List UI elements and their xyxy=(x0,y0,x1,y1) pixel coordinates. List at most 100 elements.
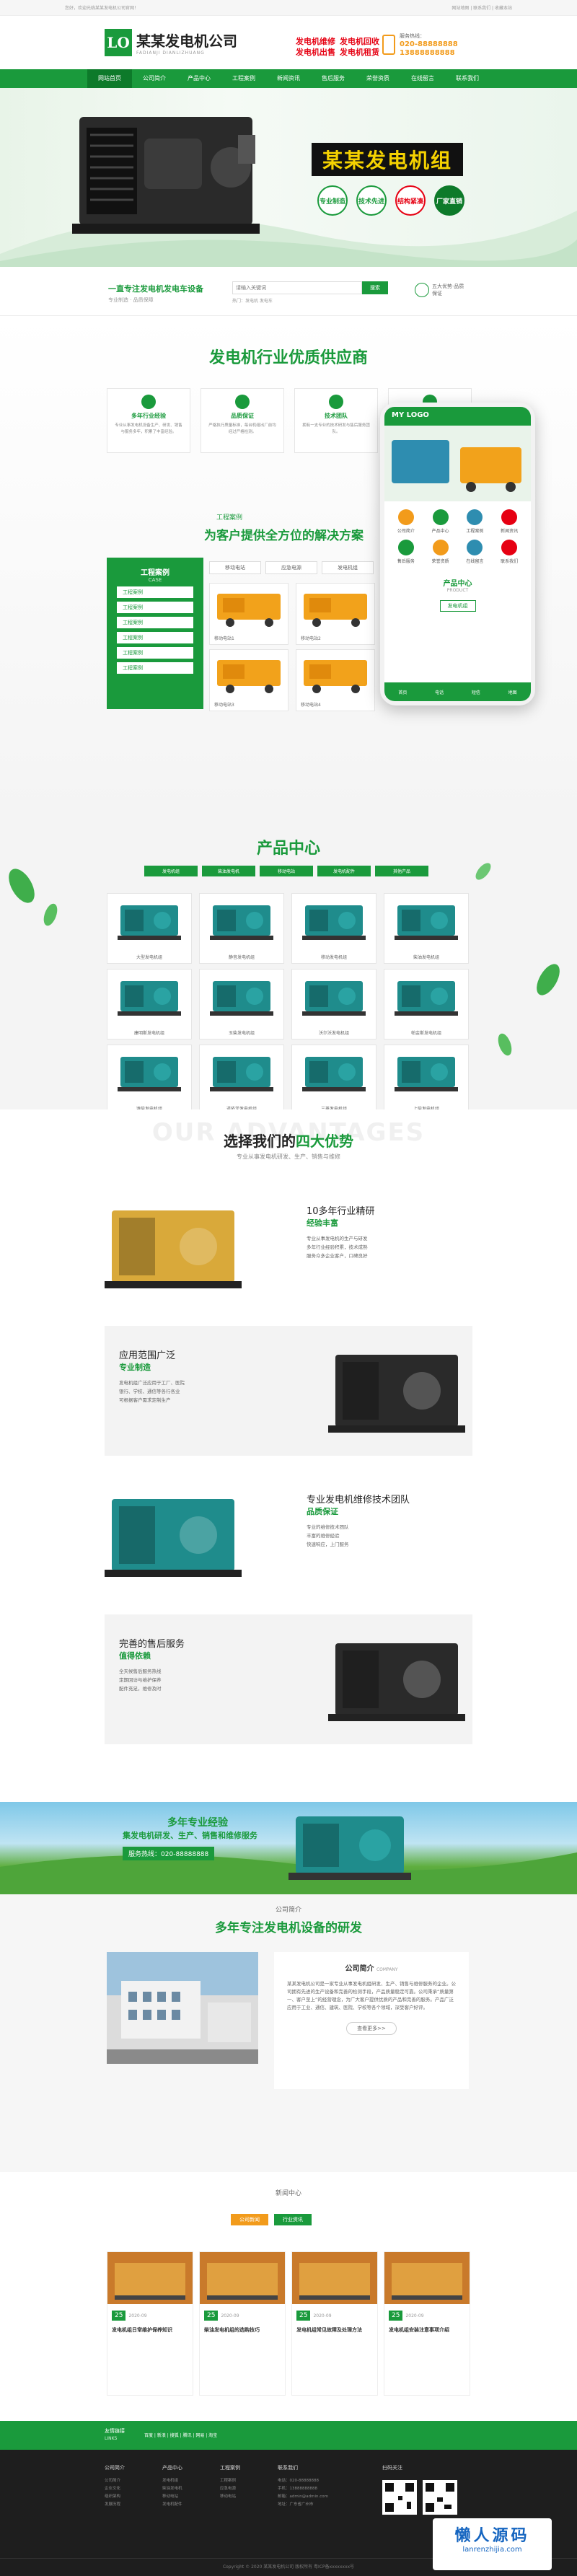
footer-link[interactable]: 企业文化 xyxy=(105,2485,161,2493)
case-item[interactable]: 移动电站1 xyxy=(209,583,288,645)
case-sidebar-item[interactable]: 工程案例 xyxy=(117,632,193,643)
nav-products[interactable]: 产品中心 xyxy=(177,69,221,88)
phone-menu-item[interactable]: 产品中心 xyxy=(423,509,458,534)
footer-link[interactable]: 发电机组 xyxy=(162,2477,219,2485)
product-item[interactable]: 玉柴发电机组 xyxy=(199,969,284,1039)
phone-menu-item[interactable]: 工程案例 xyxy=(458,509,493,534)
advantage-title: 10多年行业精研 xyxy=(307,1206,375,1217)
nav-honor[interactable]: 荣誉资质 xyxy=(356,69,400,88)
footer-link[interactable]: 发电机配件 xyxy=(162,2501,219,2509)
phone-menu-item[interactable]: 售后服务 xyxy=(389,540,423,564)
phone-menu-item[interactable]: 公司简介 xyxy=(389,509,423,534)
footer-link[interactable]: 柴油发电机 xyxy=(162,2485,219,2493)
nav-home[interactable]: 网站首页 xyxy=(87,69,132,88)
news-item[interactable]: 25 2020-09 发电机组日常维护保养知识 xyxy=(107,2251,193,2396)
phone-footer-item[interactable]: 短信 xyxy=(472,689,480,695)
advantage-line: 银行、学校、通信等各行各业 xyxy=(119,1389,180,1394)
footer-link[interactable]: 移动电站 xyxy=(220,2493,276,2501)
phone-footer-item[interactable]: 地图 xyxy=(508,689,517,695)
exp-phone[interactable]: 服务热线：020-88888888 xyxy=(123,1847,215,1860)
product-item[interactable]: 沃尔沃发电机组 xyxy=(291,969,376,1039)
links-list[interactable]: 百度 | 新浪 | 搜狐 | 腾讯 | 网易 | 淘宝 xyxy=(144,2432,217,2438)
case-sidebar-item[interactable]: 工程案例 xyxy=(117,662,193,674)
case-sidebar-item[interactable]: 工程案例 xyxy=(117,602,193,613)
banner-slogan-box: 某某发电机组 xyxy=(312,143,463,176)
phone-menu-item[interactable]: 联系我们 xyxy=(492,540,527,564)
logo[interactable]: LO 某某发电机公司 FADIANJI DIANLIZHUANG xyxy=(105,29,237,56)
top-bar: 您好，欢迎光临某某发电机公司官网！ 网站地图 | 联系我们 | 收藏本站 xyxy=(0,0,577,16)
advantage-block: 应用范围广泛 专业制造 发电机组广泛应用于工厂、医院 银行、学校、通信等各行各业 可根据… xyxy=(105,1326,472,1456)
footer-link[interactable]: 应急电源 xyxy=(220,2485,276,2493)
footer-link[interactable]: 手机：13888888888 xyxy=(278,2485,334,2493)
phone-menu-item[interactable]: 荣誉资质 xyxy=(423,540,458,564)
search-slogan: 一直专注发电机发电车设备 xyxy=(108,284,203,294)
product-item[interactable]: 柴油发电机组 xyxy=(384,893,469,964)
case-sidebar-item[interactable]: 工程案例 xyxy=(117,647,193,659)
product-item[interactable]: 大型发电机组 xyxy=(107,893,192,964)
phone-footer-item[interactable]: 电话 xyxy=(435,689,444,695)
product-item[interactable]: 三菱发电机组 xyxy=(291,1045,376,1115)
nav-about[interactable]: 公司简介 xyxy=(132,69,177,88)
news-tab-company[interactable]: 公司新闻 xyxy=(231,2214,268,2225)
product-tab[interactable]: 发电机配件 xyxy=(317,866,371,876)
product-item[interactable]: 上柴发电机组 xyxy=(384,1045,469,1115)
search-input[interactable] xyxy=(232,281,362,294)
phone-section-button[interactable]: 发电机组 xyxy=(439,600,476,612)
product-item[interactable]: 康明斯发电机组 xyxy=(107,969,192,1039)
advantage-block: 完善的售后服务 值得依赖 全天候售后服务热线 定期回访与维护保养 配件充足，维修及时 xyxy=(105,1614,472,1744)
product-tab[interactable]: 移动电站 xyxy=(260,866,313,876)
welcome-text: 您好，欢迎光临某某发电机公司官网！ xyxy=(65,6,139,11)
news-item[interactable]: 25 2020-09 柴油发电机组的选购技巧 xyxy=(199,2251,286,2396)
news-item[interactable]: 25 2020-09 发电机组安装注意事项介绍 xyxy=(384,2251,470,2396)
case-item[interactable]: 移动电站3 xyxy=(209,649,288,711)
footer-link[interactable]: 邮箱：admin@admin.com xyxy=(278,2493,334,2501)
case-tab[interactable]: 发电机组 xyxy=(322,561,374,574)
nav-service[interactable]: 售后服务 xyxy=(311,69,356,88)
nav-contact[interactable]: 联系我们 xyxy=(445,69,490,88)
product-image xyxy=(292,1045,376,1100)
footer-link[interactable]: 发展历程 xyxy=(105,2501,161,2509)
case-item[interactable]: 移动电站2 xyxy=(296,583,375,645)
case-tab[interactable]: 应急电源 xyxy=(265,561,317,574)
search-button[interactable]: 搜索 xyxy=(362,281,388,294)
news-date-row: 25 2020-09 xyxy=(200,2306,285,2325)
cases-label: 工程案例 xyxy=(216,514,243,522)
exp-title: 多年专业经验 xyxy=(167,1817,228,1829)
product-item[interactable]: 道依茨发电机组 xyxy=(199,1045,284,1115)
case-tab[interactable]: 移动电站 xyxy=(209,561,261,574)
case-image xyxy=(296,650,374,696)
banner-tag: 专业制造 xyxy=(317,185,348,216)
nav-message[interactable]: 在线留言 xyxy=(400,69,445,88)
case-sidebar-item[interactable]: 工程案例 xyxy=(117,617,193,628)
footer-link[interactable]: 组织架构 xyxy=(105,2493,161,2501)
phone-menu-item[interactable]: 新闻资讯 xyxy=(492,509,527,534)
advantage-text: 应用范围广泛 专业制造 发电机组广泛应用于工厂、医院 银行、学校、通信等各行各业 可根据… xyxy=(119,1348,278,1405)
product-item[interactable]: 移动发电机组 xyxy=(291,893,376,964)
footer-link[interactable]: 地址：广东省广州市 xyxy=(278,2501,334,2509)
phone-menu-item[interactable]: 在线留言 xyxy=(458,540,493,564)
case-item[interactable]: 移动电站4 xyxy=(296,649,375,711)
product-tab[interactable]: 发电机组 xyxy=(144,866,198,876)
news-item[interactable]: 25 2020-09 发电机组常见故障及处理方法 xyxy=(291,2251,378,2396)
footer-link[interactable]: 公司简介 xyxy=(105,2477,161,2485)
footer-link[interactable]: 移动电站 xyxy=(162,2493,219,2501)
top-links[interactable]: 网站地图 | 联系我们 | 收藏本站 xyxy=(452,4,512,11)
news-tab-industry[interactable]: 行业资讯 xyxy=(274,2214,312,2225)
product-image xyxy=(292,970,376,1024)
product-tab[interactable]: 其他产品 xyxy=(375,866,428,876)
footer-link[interactable]: 电话：020-88888888 xyxy=(278,2477,334,2485)
footer-link[interactable]: 工程案例 xyxy=(220,2477,276,2485)
product-item[interactable]: 潍柴发电机组 xyxy=(107,1045,192,1115)
about-more-button[interactable]: 查看更多>> xyxy=(346,2022,397,2035)
nav-news[interactable]: 新闻资讯 xyxy=(266,69,311,88)
footer: 公司简介 公司简介 企业文化 组织架构 发展历程 产品中心 发电机组 柴油发电机 移动电站 发电机… xyxy=(0,2450,577,2576)
advantage-line: 专业的维修技术团队 xyxy=(307,1524,349,1530)
product-tab[interactable]: 柴油发电机 xyxy=(202,866,255,876)
product-item[interactable]: 静音发电机组 xyxy=(199,893,284,964)
product-item[interactable]: 帕金斯发电机组 xyxy=(384,969,469,1039)
case-sidebar-item[interactable]: 工程案例 xyxy=(117,586,193,598)
news-image xyxy=(384,2252,470,2304)
phone-menu-label: 公司简介 xyxy=(397,529,415,534)
phone-footer-item[interactable]: 首页 xyxy=(398,689,407,695)
nav-cases[interactable]: 工程案例 xyxy=(221,69,266,88)
